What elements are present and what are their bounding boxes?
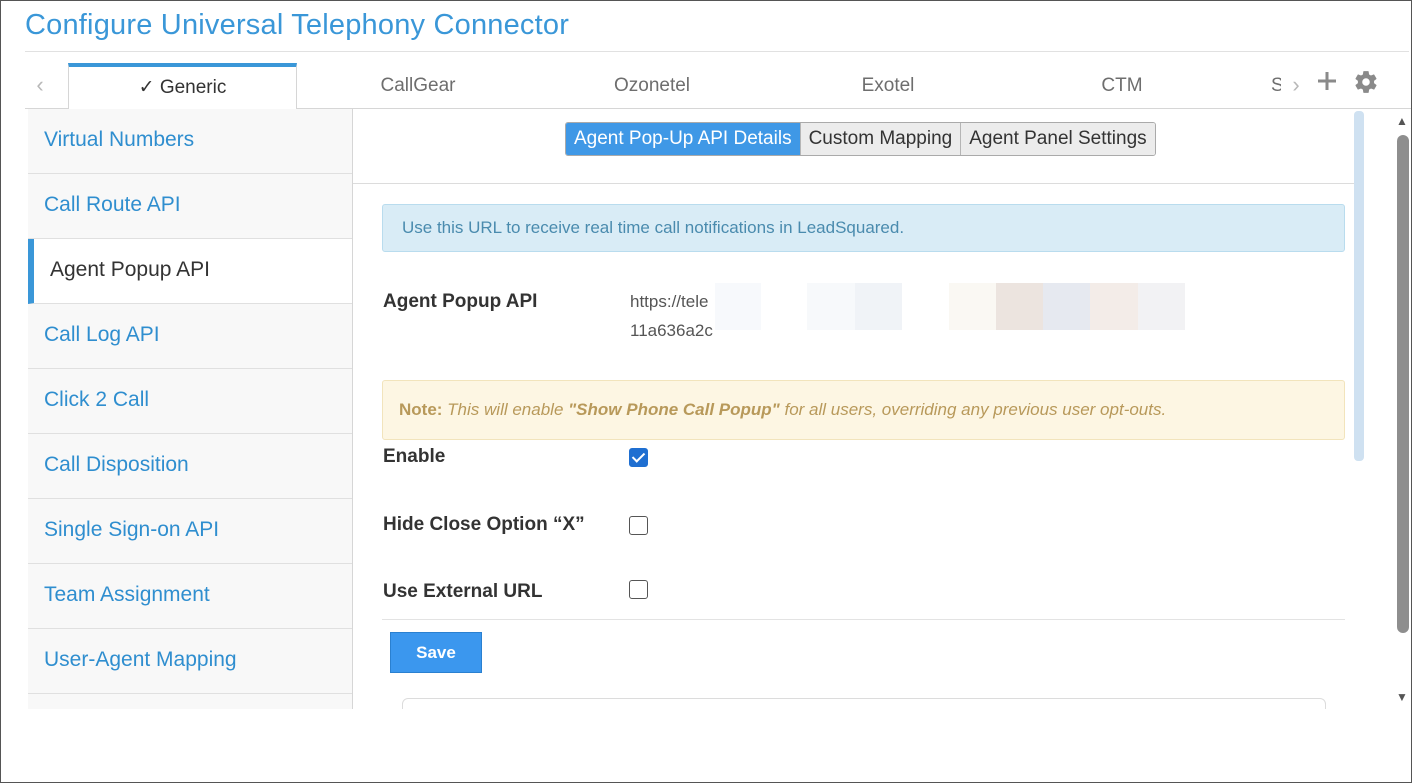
sidebar-item-agent-popup-api[interactable]: Agent Popup API bbox=[28, 239, 352, 304]
connector-tabbar: ‹ ✓ Generic CallGear Ozonetel Exotel CTM… bbox=[25, 61, 1411, 110]
window-frame: Configure Universal Telephony Connector … bbox=[0, 0, 1412, 783]
external-url-label: Use External URL bbox=[383, 581, 543, 602]
chevron-right-icon[interactable]: › bbox=[1287, 73, 1305, 97]
hide-close-label: Hide Close Option “X” bbox=[383, 514, 585, 535]
subtab-group: Agent Pop-Up API Details Custom Mapping … bbox=[565, 122, 1156, 156]
redacted-block bbox=[949, 283, 996, 330]
note-text-1: This will enable bbox=[442, 400, 569, 419]
page-title: Configure Universal Telephony Connector bbox=[25, 9, 570, 41]
subtab-agent-popup-details[interactable]: Agent Pop-Up API Details bbox=[566, 123, 800, 155]
sidebar-item-call-disposition[interactable]: Call Disposition bbox=[28, 434, 352, 499]
redacted-block bbox=[807, 283, 855, 330]
api-url-line-2: 11a636a2c bbox=[630, 321, 713, 340]
chevron-left-icon[interactable]: ‹ bbox=[31, 73, 49, 97]
sidebar-item-team-assignment[interactable]: Team Assignment bbox=[28, 564, 352, 629]
redacted-block bbox=[715, 283, 761, 330]
sidebar-item-virtual-numbers[interactable]: Virtual Numbers bbox=[28, 109, 352, 174]
lower-panel bbox=[402, 698, 1326, 709]
redacted-block bbox=[1043, 283, 1090, 330]
sidebar: Virtual Numbers Call Route API Agent Pop… bbox=[28, 109, 353, 709]
hide-close-checkbox[interactable] bbox=[629, 516, 648, 535]
note-quoted: "Show Phone Call Popup" bbox=[568, 400, 780, 419]
sidebar-item-call-log-api[interactable]: Call Log API bbox=[28, 304, 352, 369]
tab-overflow[interactable]: S bbox=[1271, 63, 1281, 109]
subtab-custom-mapping[interactable]: Custom Mapping bbox=[799, 123, 961, 155]
subtab-agent-panel-settings[interactable]: Agent Panel Settings bbox=[960, 123, 1155, 155]
agent-popup-api-label: Agent Popup API bbox=[383, 291, 538, 312]
enable-checkbox[interactable] bbox=[629, 448, 648, 467]
tab-ctm[interactable]: CTM bbox=[1009, 63, 1235, 109]
save-button[interactable]: Save bbox=[390, 632, 482, 673]
sidebar-item-user-agent-mapping[interactable]: User-Agent Mapping bbox=[28, 629, 352, 694]
tab-exotel[interactable]: Exotel bbox=[775, 63, 1001, 109]
api-url-line-1: https://tele bbox=[630, 292, 709, 311]
sidebar-item-call-route-api[interactable]: Call Route API bbox=[28, 174, 352, 239]
plus-icon[interactable] bbox=[1313, 69, 1341, 99]
page-scrollbar-thumb[interactable] bbox=[1397, 135, 1409, 633]
sidebar-item-more[interactable] bbox=[28, 694, 352, 709]
redacted-block bbox=[1090, 283, 1138, 330]
scroll-up-arrow-icon[interactable]: ▲ bbox=[1394, 114, 1410, 128]
form-divider bbox=[382, 619, 1345, 620]
subtab-bar: Agent Pop-Up API Details Custom Mapping … bbox=[353, 109, 1364, 184]
agent-popup-api-url[interactable]: https://tele 11a636a2c bbox=[630, 287, 720, 345]
main-content: Agent Pop-Up API Details Custom Mapping … bbox=[353, 109, 1364, 709]
redacted-block bbox=[1138, 283, 1185, 330]
title-divider bbox=[25, 51, 1409, 52]
tab-generic[interactable]: ✓ Generic bbox=[68, 63, 297, 110]
note-lead: Note: bbox=[399, 400, 443, 419]
external-url-checkbox[interactable] bbox=[629, 580, 648, 599]
sidebar-item-click-2-call[interactable]: Click 2 Call bbox=[28, 369, 352, 434]
tab-callgear[interactable]: CallGear bbox=[305, 63, 531, 109]
tab-ozonetel[interactable]: Ozonetel bbox=[539, 63, 765, 109]
info-alert: Use this URL to receive real time call n… bbox=[382, 204, 1345, 252]
scroll-down-arrow-icon[interactable]: ▼ bbox=[1394, 690, 1410, 704]
redacted-block bbox=[996, 283, 1043, 330]
redacted-block bbox=[855, 283, 902, 330]
enable-label: Enable bbox=[383, 446, 446, 467]
gear-icon[interactable] bbox=[1352, 69, 1380, 99]
note-text-2: for all users, overriding any previous u… bbox=[779, 400, 1167, 419]
content-scrollbar[interactable] bbox=[1354, 111, 1364, 461]
sidebar-item-single-sign-on-api[interactable]: Single Sign-on API bbox=[28, 499, 352, 564]
note-alert: Note: This will enable "Show Phone Call … bbox=[382, 380, 1345, 440]
